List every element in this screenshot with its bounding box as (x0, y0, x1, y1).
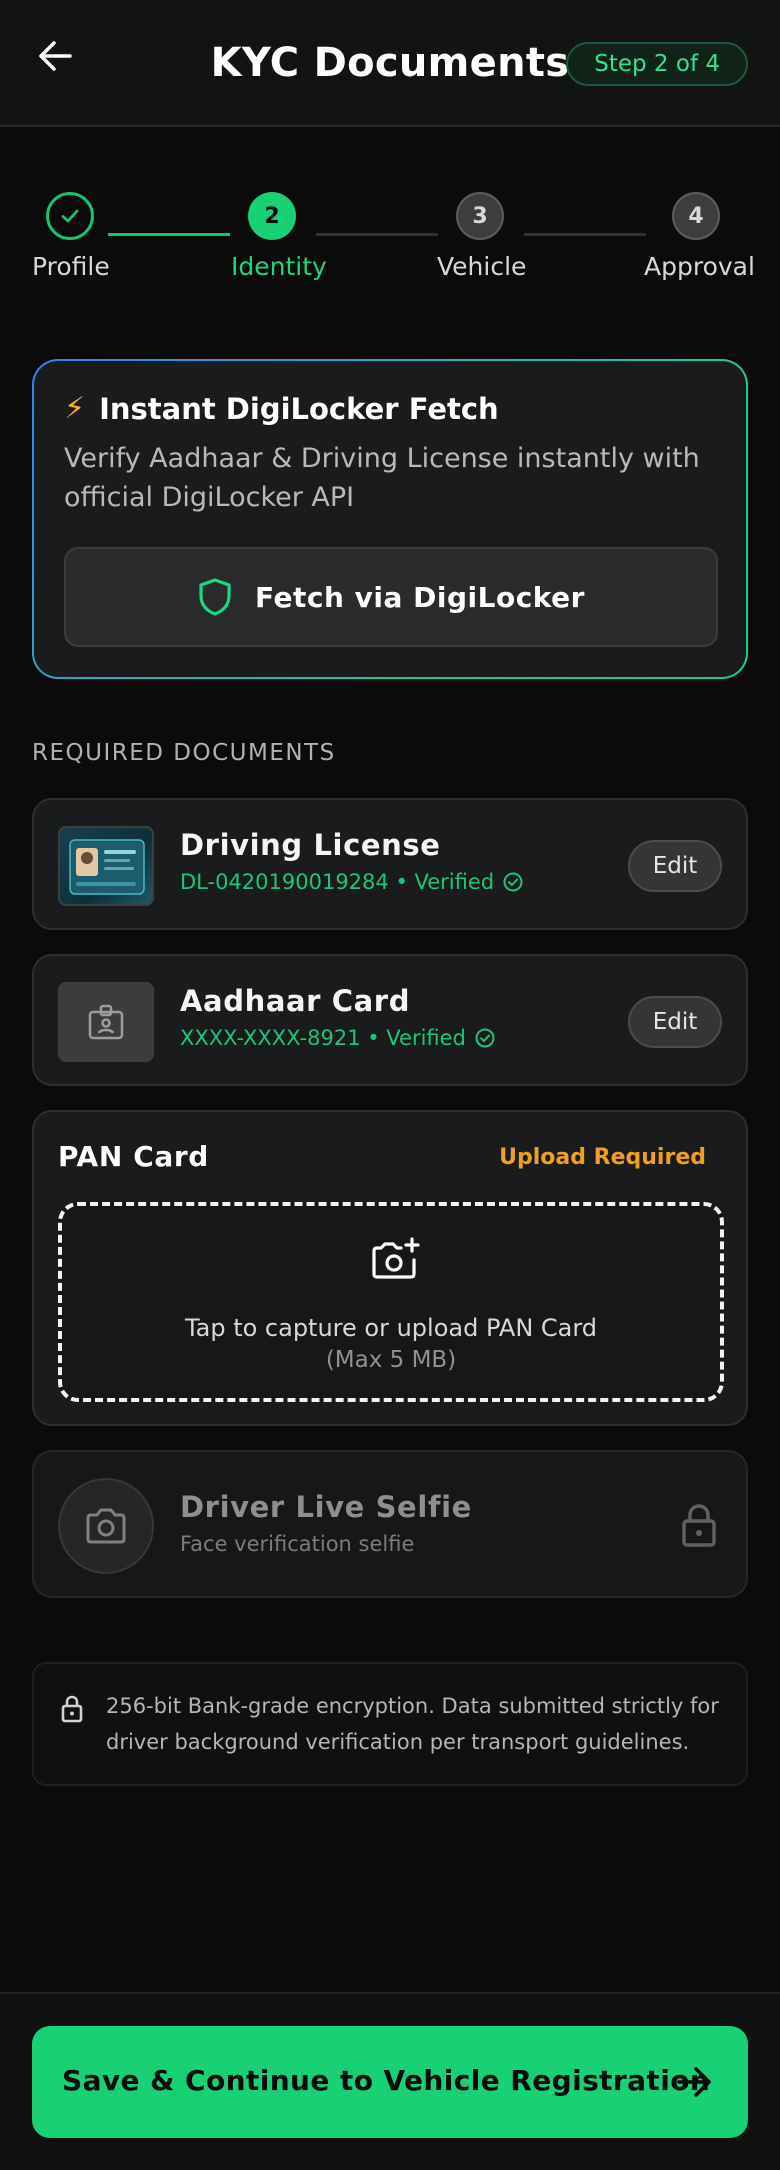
upload-instruction: Tap to capture or upload PAN Card (184, 1314, 598, 1342)
step-approval-indicator[interactable]: 4 (672, 192, 720, 240)
security-notice: 256-bit Bank-grade encryption. Data subm… (32, 1662, 748, 1786)
save-continue-button[interactable]: Save & Continue to Vehicle Registration (32, 2026, 748, 2138)
camera-icon (86, 1508, 126, 1544)
pan-card-title: PAN Card (58, 1140, 209, 1173)
upload-required-badge: Upload Required (499, 1145, 706, 1170)
document-number: DL-0420190019284 • Verified (180, 870, 495, 894)
step-label-profile: Profile (32, 252, 110, 281)
step-vehicle-indicator[interactable]: 3 (456, 192, 504, 240)
save-continue-label: Save & Continue to Vehicle Registration (62, 2064, 711, 2097)
step-connector (524, 233, 646, 236)
selfie-placeholder (58, 1478, 154, 1574)
progress-stepper: Profile 2 Identity 3 Vehicle 4 Approval (0, 188, 780, 288)
digilocker-title-row: ⚡ Instant DigiLocker Fetch (64, 391, 499, 426)
document-card-driving-license: Driving License DL-0420190019284 • Verif… (32, 798, 748, 930)
lock-icon (60, 1694, 84, 1728)
edit-aadhaar-button[interactable]: Edit (628, 996, 722, 1048)
step-connector (108, 233, 230, 236)
step-connector (316, 233, 438, 236)
digilocker-card: ⚡ Instant DigiLocker Fetch Verify Aadhaa… (32, 359, 748, 679)
security-notice-text: 256-bit Bank-grade encryption. Data subm… (106, 1694, 719, 1754)
digilocker-title: Instant DigiLocker Fetch (99, 391, 499, 426)
arrow-right-icon (677, 2067, 711, 2097)
step-label-vehicle: Vehicle (437, 252, 527, 281)
step-label-identity: Identity (231, 252, 327, 281)
app-header: KYC Documents Step 2 of 4 (0, 0, 780, 127)
fetch-digilocker-button[interactable]: Fetch via DigiLocker (64, 547, 718, 647)
document-name: Aadhaar Card (180, 984, 411, 1018)
pan-upload-dropzone[interactable]: Tap to capture or upload PAN Card (Max 5… (58, 1202, 724, 1402)
selfie-subtitle: Face verification selfie (180, 1532, 415, 1556)
id-badge-icon (88, 1004, 124, 1040)
document-name: Driving License (180, 828, 441, 862)
step-identity-indicator[interactable]: 2 (248, 192, 296, 240)
footer-bar: Save & Continue to Vehicle Registration (0, 1992, 780, 2170)
verified-check-icon (503, 872, 523, 892)
add-photo-icon (372, 1237, 420, 1279)
lock-icon (680, 1502, 718, 1552)
document-number: XXXX-XXXX-8921 • Verified (180, 1026, 466, 1050)
driving-license-thumbnail (58, 826, 154, 906)
fetch-digilocker-label: Fetch via DigiLocker (255, 580, 585, 614)
lightning-bolt-icon: ⚡ (64, 391, 86, 426)
step-profile-indicator[interactable] (46, 192, 94, 240)
step-badge: Step 2 of 4 (566, 42, 748, 86)
aadhaar-thumbnail (58, 982, 154, 1062)
document-status-row: XXXX-XXXX-8921 • Verified (180, 1026, 496, 1050)
section-heading: REQUIRED DOCUMENTS (32, 740, 336, 766)
selfie-title: Driver Live Selfie (180, 1490, 472, 1524)
edit-driving-license-button[interactable]: Edit (628, 840, 722, 892)
document-status-row: DL-0420190019284 • Verified (180, 870, 524, 894)
document-card-pan: PAN Card Upload Required Tap to capture … (32, 1110, 748, 1426)
verified-check-icon (475, 1028, 495, 1048)
step-label-approval: Approval (644, 252, 755, 281)
checkmark-icon (61, 209, 79, 223)
upload-size-limit: (Max 5 MB) (325, 1347, 457, 1373)
shield-icon (199, 578, 231, 616)
document-card-aadhaar: Aadhaar Card XXXX-XXXX-8921 • Verified E… (32, 954, 748, 1086)
document-card-selfie: Driver Live Selfie Face verification sel… (32, 1450, 748, 1598)
digilocker-description: Verify Aadhaar & Driving License instant… (64, 443, 700, 513)
